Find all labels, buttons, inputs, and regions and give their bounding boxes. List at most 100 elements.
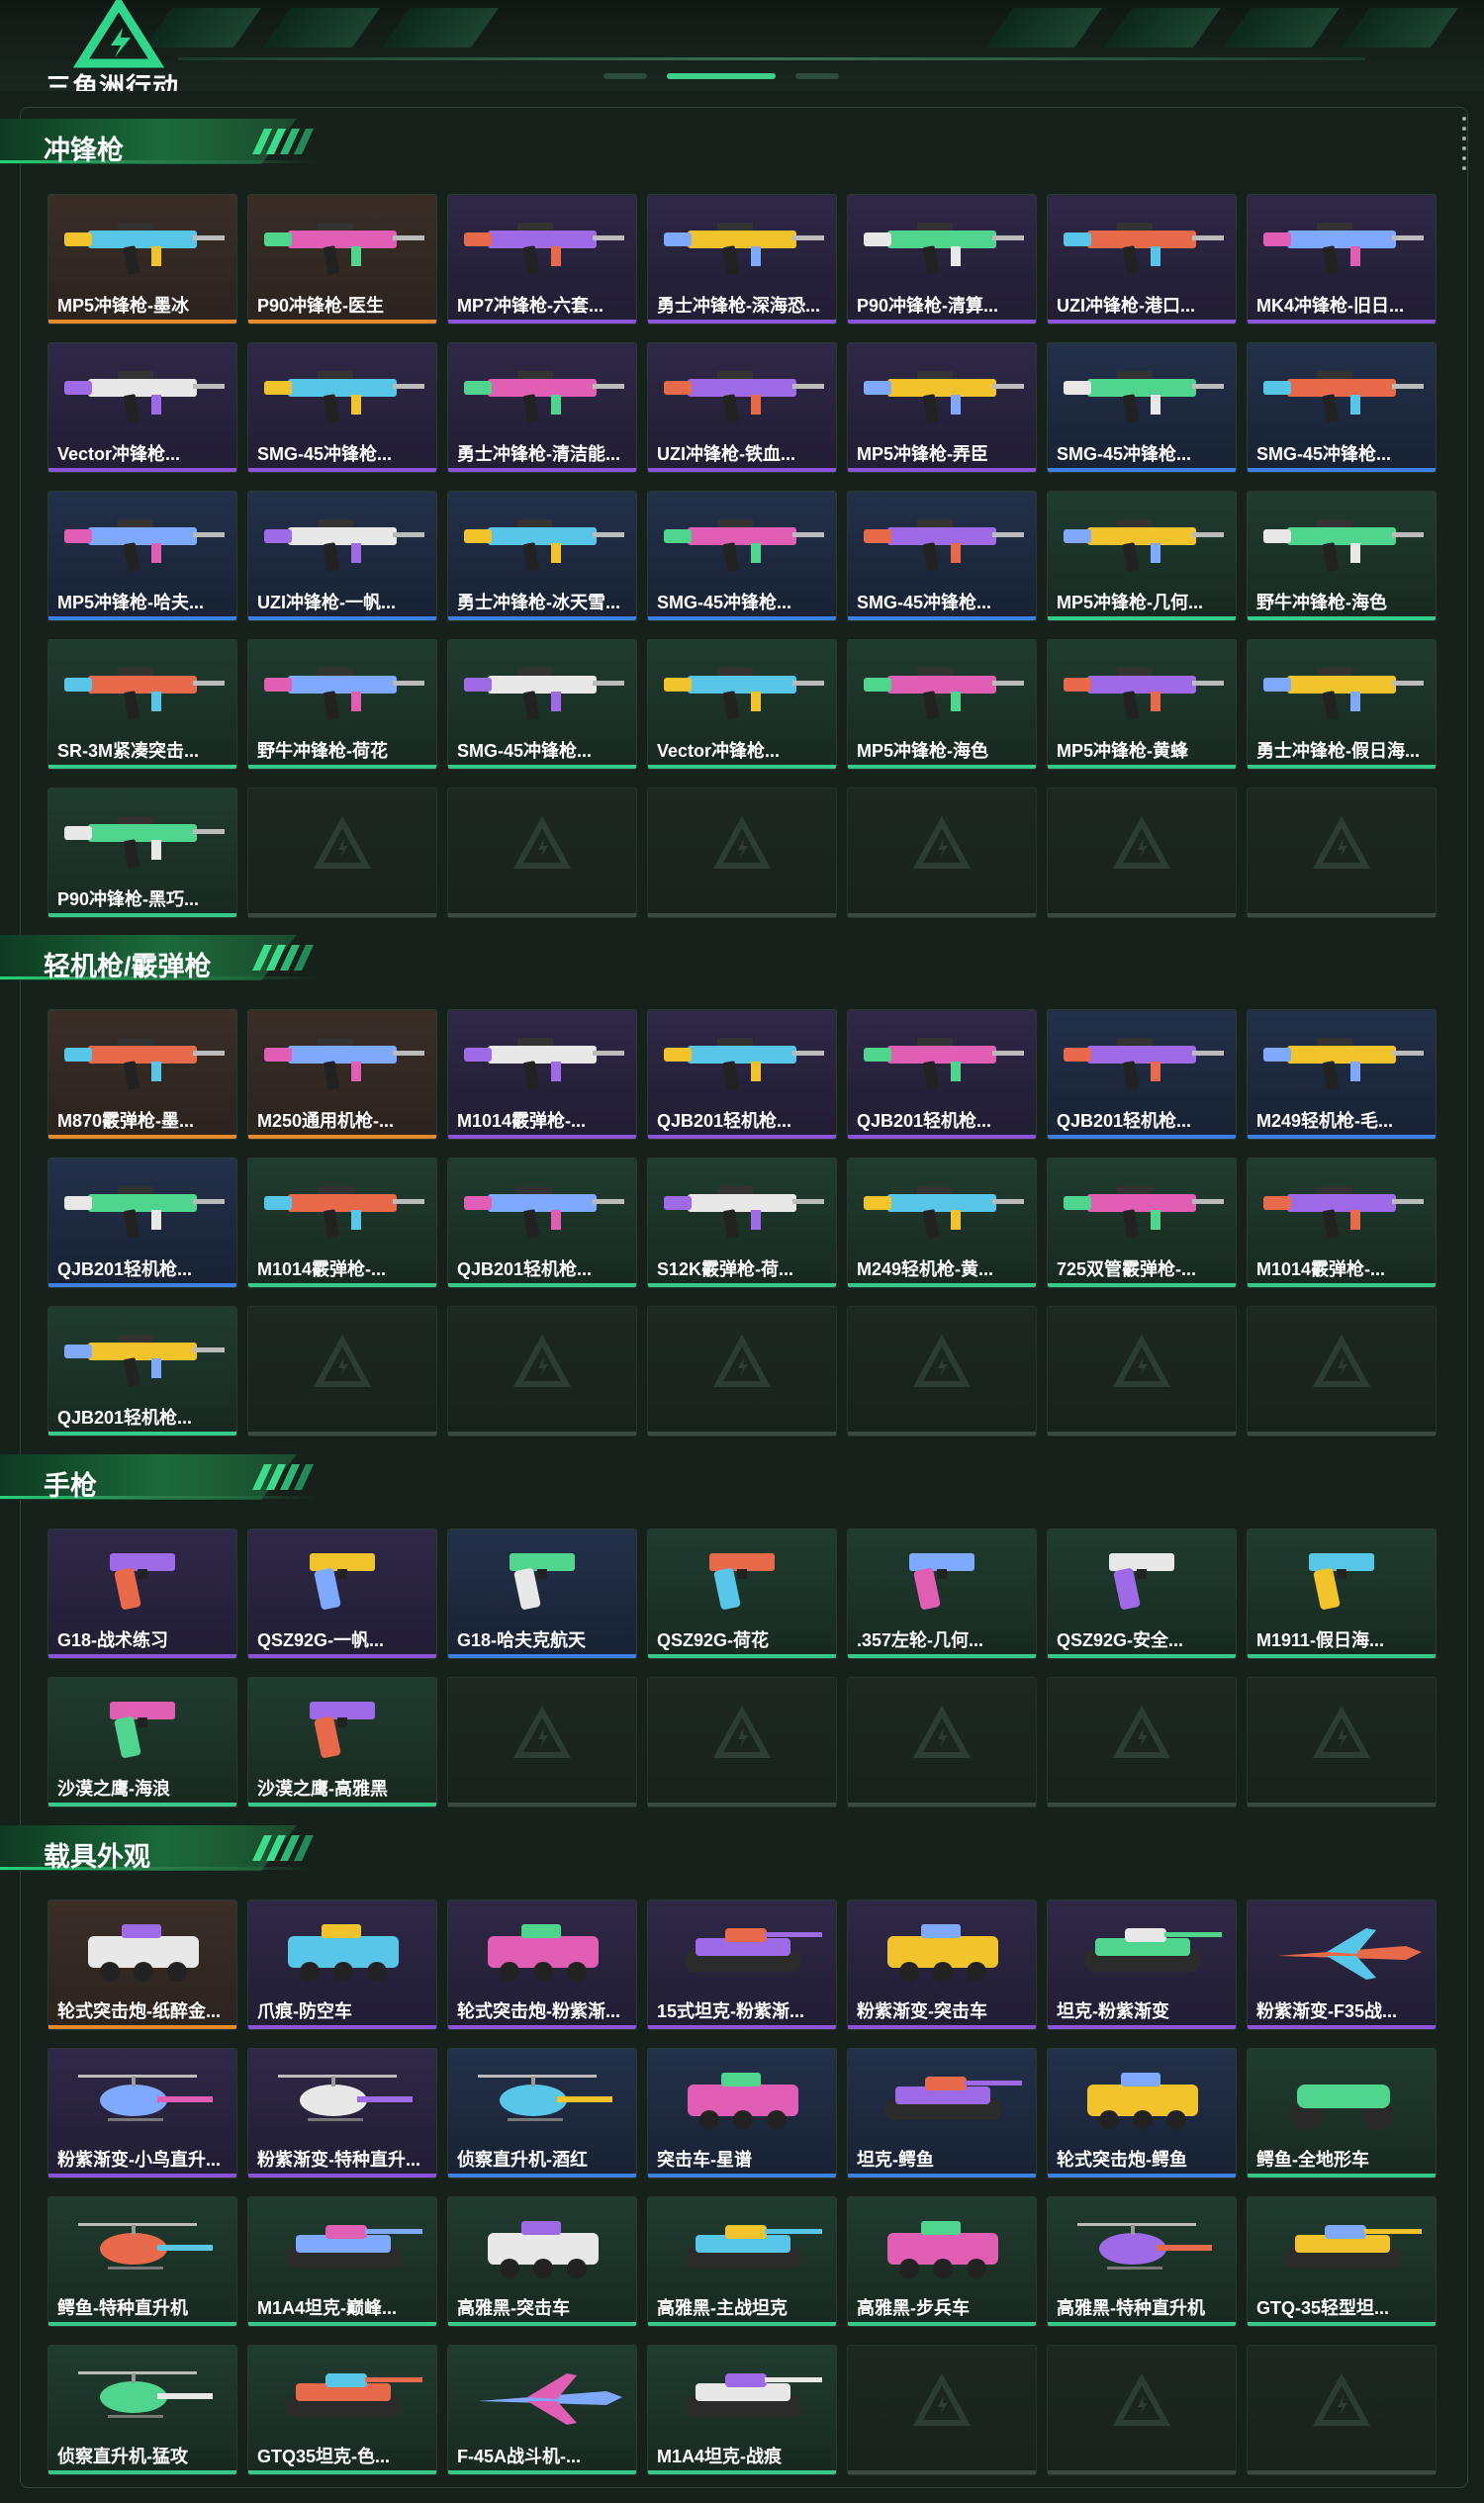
- item-card[interactable]: 侦察直升机-猛攻: [47, 2345, 237, 2475]
- item-card[interactable]: QSZ92G-一帆...: [247, 1529, 437, 1659]
- item-card[interactable]: Vector冲锋枪...: [47, 342, 237, 473]
- item-card[interactable]: P90冲锋枪-黑巧...: [47, 788, 237, 918]
- item-card[interactable]: UZI冲锋枪-铁血...: [647, 342, 837, 473]
- item-card[interactable]: 勇士冲锋枪-冰天雪...: [447, 491, 637, 621]
- item-card[interactable]: QJB201轻机枪...: [47, 1306, 237, 1437]
- item-card[interactable]: 勇士冲锋枪-深海恐...: [647, 194, 837, 324]
- item-card[interactable]: .357左轮-几何...: [847, 1529, 1037, 1659]
- item-card[interactable]: 轮式突击炮-纸醉金...: [47, 1900, 237, 2030]
- page-indicator[interactable]: [603, 73, 647, 79]
- item-name: 野牛冲锋枪-海色: [1256, 593, 1387, 612]
- item-card[interactable]: 高雅黑-突击车: [447, 2196, 637, 2327]
- item-card[interactable]: QJB201轻机枪...: [47, 1158, 237, 1288]
- slash-decoration-icon: [252, 1835, 314, 1861]
- item-card[interactable]: QSZ92G-安全...: [1047, 1529, 1237, 1659]
- item-card[interactable]: 野牛冲锋枪-海色: [1247, 491, 1437, 621]
- item-card[interactable]: SMG-45冲锋枪...: [447, 639, 637, 770]
- item-card[interactable]: Vector冲锋枪...: [647, 639, 837, 770]
- item-card[interactable]: QJB201轻机枪...: [647, 1009, 837, 1140]
- item-card[interactable]: M1014霰弹枪-...: [447, 1009, 637, 1140]
- item-card[interactable]: 725双管霰弹枪-...: [1047, 1158, 1237, 1288]
- item-card[interactable]: UZI冲锋枪-一帆...: [247, 491, 437, 621]
- item-card[interactable]: 粉紫渐变-小鸟直升...: [47, 2048, 237, 2179]
- section-title: 手枪: [44, 1471, 97, 1501]
- item-card[interactable]: M1A4坦克-战痕: [647, 2345, 837, 2475]
- item-card[interactable]: M249轻机枪-毛...: [1247, 1009, 1437, 1140]
- item-card[interactable]: 沙漠之鹰-高雅黑: [247, 1677, 437, 1808]
- item-card[interactable]: 坦克-鳄鱼: [847, 2048, 1037, 2179]
- page-indicator[interactable]: [795, 73, 839, 79]
- item-card[interactable]: SMG-45冲锋枪...: [647, 491, 837, 621]
- item-card[interactable]: SMG-45冲锋枪...: [1047, 342, 1237, 473]
- item-card[interactable]: GTQ-35轻型坦...: [1247, 2196, 1437, 2327]
- item-card[interactable]: 鳄鱼-特种直升机: [47, 2196, 237, 2327]
- item-card[interactable]: M1A4坦克-巅峰...: [247, 2196, 437, 2327]
- lmg-icon: [48, 1159, 236, 1257]
- item-card[interactable]: 突击车-星谱: [647, 2048, 837, 2179]
- item-name: 轮式突击炮-粉紫渐...: [457, 2001, 620, 2021]
- item-card[interactable]: G18-战术练习: [47, 1529, 237, 1659]
- slash-decoration-icon: [252, 945, 314, 971]
- item-card[interactable]: 粉紫渐变-突击车: [847, 1900, 1037, 2030]
- item-card[interactable]: MP7冲锋枪-六套...: [447, 194, 637, 324]
- item-card[interactable]: SMG-45冲锋枪...: [847, 491, 1037, 621]
- page-indicator-active[interactable]: [667, 73, 776, 79]
- rarity-bar: [648, 2025, 836, 2029]
- item-card[interactable]: 高雅黑-步兵车: [847, 2196, 1037, 2327]
- rarity-bar: [648, 1135, 836, 1139]
- item-card[interactable]: P90冲锋枪-医生: [247, 194, 437, 324]
- rarity-bar: [448, 2174, 636, 2178]
- item-card[interactable]: MP5冲锋枪-弄臣: [847, 342, 1037, 473]
- scrollbar[interactable]: [1462, 117, 1466, 176]
- item-card[interactable]: 坦克-粉紫渐变: [1047, 1900, 1237, 2030]
- item-card[interactable]: M250通用机枪-...: [247, 1009, 437, 1140]
- item-card[interactable]: MP5冲锋枪-墨冰: [47, 194, 237, 324]
- rarity-bar: [648, 320, 836, 324]
- rarity-bar: [848, 468, 1036, 472]
- item-card[interactable]: M1014霰弹枪-...: [247, 1158, 437, 1288]
- item-card[interactable]: M870霰弹枪-墨...: [47, 1009, 237, 1140]
- item-card[interactable]: 高雅黑-特种直升机: [1047, 2196, 1237, 2327]
- item-card[interactable]: UZI冲锋枪-港口...: [1047, 194, 1237, 324]
- item-card[interactable]: 侦察直升机-酒红: [447, 2048, 637, 2179]
- item-card[interactable]: M249轻机枪-黄...: [847, 1158, 1037, 1288]
- item-card[interactable]: GTQ35坦克-色...: [247, 2345, 437, 2475]
- item-card[interactable]: 野牛冲锋枪-荷花: [247, 639, 437, 770]
- item-card[interactable]: MP5冲锋枪-海色: [847, 639, 1037, 770]
- item-card[interactable]: MP5冲锋枪-黄蜂: [1047, 639, 1237, 770]
- smg-icon: [448, 492, 636, 591]
- item-card[interactable]: S12K霰弹枪-荷...: [647, 1158, 837, 1288]
- item-card[interactable]: 粉紫渐变-F35战...: [1247, 1900, 1437, 2030]
- item-card[interactable]: 沙漠之鹰-海浪: [47, 1677, 237, 1808]
- item-card[interactable]: 爪痕-防空车: [247, 1900, 437, 2030]
- helicopter-icon: [248, 2049, 436, 2148]
- item-card[interactable]: MK4冲锋枪-旧日...: [1247, 194, 1437, 324]
- item-card[interactable]: P90冲锋枪-清算...: [847, 194, 1037, 324]
- item-card[interactable]: MP5冲锋枪-哈夫...: [47, 491, 237, 621]
- placeholder-logo-icon: [912, 816, 972, 869]
- item-card[interactable]: QJB201轻机枪...: [1047, 1009, 1237, 1140]
- empty-bar: [448, 913, 636, 917]
- item-card[interactable]: QJB201轻机枪...: [447, 1158, 637, 1288]
- item-card[interactable]: SMG-45冲锋枪...: [247, 342, 437, 473]
- item-card[interactable]: SR-3M紧凑突击...: [47, 639, 237, 770]
- item-card[interactable]: SMG-45冲锋枪...: [1247, 342, 1437, 473]
- item-card[interactable]: QSZ92G-荷花: [647, 1529, 837, 1659]
- item-card[interactable]: QJB201轻机枪...: [847, 1009, 1037, 1140]
- empty-slot: [447, 1677, 637, 1808]
- item-card[interactable]: 勇士冲锋枪-假日海...: [1247, 639, 1437, 770]
- item-card[interactable]: 粉紫渐变-特种直升...: [247, 2048, 437, 2179]
- item-card[interactable]: 鳄鱼-全地形车: [1247, 2048, 1437, 2179]
- item-card[interactable]: M1014霰弹枪-...: [1247, 1158, 1437, 1288]
- rarity-bar: [1248, 765, 1436, 769]
- item-card[interactable]: 勇士冲锋枪-清洁能...: [447, 342, 637, 473]
- item-name: SMG-45冲锋枪...: [1256, 444, 1392, 464]
- item-card[interactable]: 轮式突击炮-粉紫渐...: [447, 1900, 637, 2030]
- item-card[interactable]: G18-哈夫克航天: [447, 1529, 637, 1659]
- item-card[interactable]: MP5冲锋枪-几何...: [1047, 491, 1237, 621]
- item-card[interactable]: M1911-假日海...: [1247, 1529, 1437, 1659]
- item-card[interactable]: F-45A战斗机-...: [447, 2345, 637, 2475]
- item-card[interactable]: 15式坦克-粉紫渐...: [647, 1900, 837, 2030]
- item-card[interactable]: 轮式突击炮-鳄鱼: [1047, 2048, 1237, 2179]
- item-card[interactable]: 高雅黑-主战坦克: [647, 2196, 837, 2327]
